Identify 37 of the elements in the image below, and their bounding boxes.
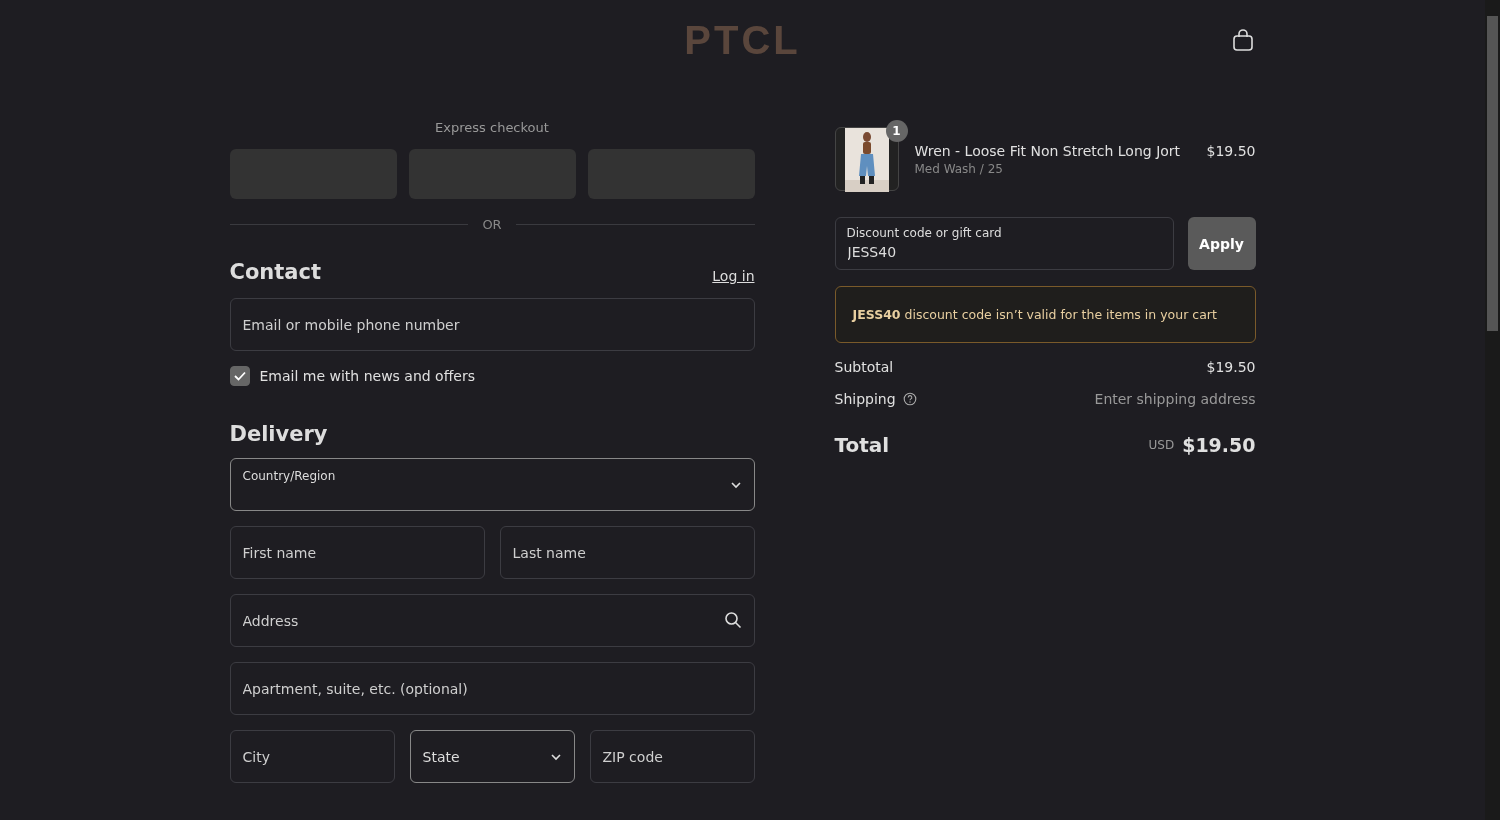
shipping-label: Shipping <box>834 391 896 407</box>
product-price: $19.50 <box>1206 142 1256 159</box>
state-select[interactable]: State <box>409 730 575 783</box>
subtotal-label: Subtotal <box>834 359 894 375</box>
input-field[interactable]: ZIP code <box>589 730 755 783</box>
newsletter-label: Email me with news and offers <box>259 368 475 384</box>
express-checkout-title: Express checkout <box>434 120 550 135</box>
help-icon[interactable] <box>902 392 917 406</box>
log-in-link[interactable]: Log in <box>712 268 755 284</box>
address-field[interactable]: Address <box>229 594 755 647</box>
newsletter-checkbox[interactable] <box>229 366 250 386</box>
delivery-heading: Delivery <box>229 422 329 446</box>
search-icon[interactable] <box>723 611 742 629</box>
currency-code: USD <box>1148 438 1175 452</box>
input-field[interactable]: Last name <box>499 526 755 579</box>
country-select[interactable]: Country/Region <box>229 458 755 511</box>
chevron-down-icon <box>549 752 562 761</box>
apply-button[interactable]: Apply <box>1187 217 1256 270</box>
input-field[interactable]: First name <box>229 526 485 579</box>
shipping-value: Enter shipping address <box>1094 391 1256 407</box>
email-field[interactable]: Email or mobile phone number <box>229 298 755 351</box>
discount-error-message: JESS40 discount code isn’t valid for the items in your cart <box>834 286 1256 343</box>
chevron-down-icon <box>729 481 742 489</box>
scrollbar[interactable] <box>1485 0 1500 820</box>
or-divider-text: OR <box>482 217 502 232</box>
product-variant: Med Wash / 25 <box>914 162 1004 176</box>
checkmark-icon <box>233 371 246 381</box>
subtotal-value: $19.50 <box>1206 359 1256 375</box>
quantity-badge: 1 <box>885 120 908 142</box>
input-field[interactable]: Apartment, suite, etc. (optional) <box>229 662 755 715</box>
input-field[interactable]: City <box>229 730 395 783</box>
total-value: $19.50 <box>1182 434 1256 456</box>
shopping-bag-icon[interactable] <box>1232 28 1254 52</box>
field-label: Discount code or gift card <box>846 226 1002 240</box>
product-name: Wren - Loose Fit Non Stretch Long Jort <box>914 143 1182 159</box>
total-label: Total <box>834 433 890 457</box>
contact-heading: Contact <box>229 260 321 284</box>
